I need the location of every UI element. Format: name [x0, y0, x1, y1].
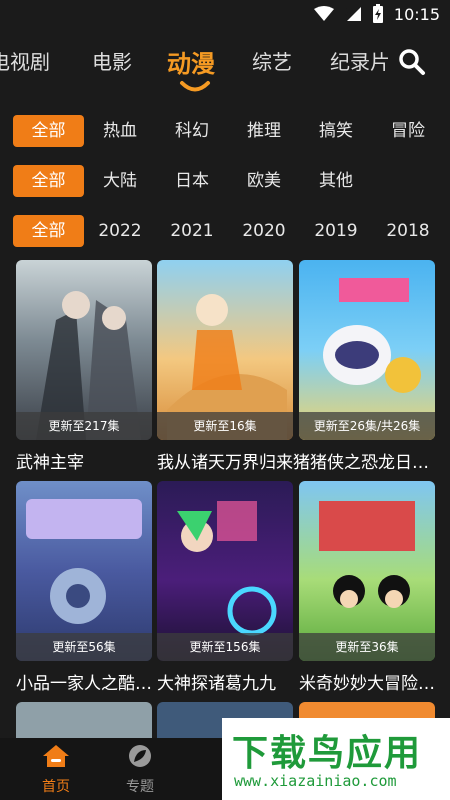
- region-chip[interactable]: 日本: [168, 165, 216, 197]
- card-title: 武神主宰: [16, 453, 84, 473]
- nav-topics[interactable]: 专题: [110, 744, 170, 796]
- genre-chip[interactable]: 科幻: [168, 115, 216, 147]
- poster-image: 更新至56集: [16, 481, 152, 661]
- card-title: 大神探诸葛九九: [157, 674, 276, 694]
- signal-icon: [345, 7, 361, 21]
- watermark: 下载鸟应用 www.xiazainiao.com: [222, 718, 450, 800]
- category-tabs: 电视剧 电影 动漫 综艺 纪录片: [0, 40, 450, 86]
- tab-anime[interactable]: 动漫: [167, 44, 215, 79]
- year-chip[interactable]: 2019: [310, 215, 362, 247]
- genre-chip[interactable]: 冒险: [384, 115, 432, 147]
- year-chip[interactable]: 2018: [382, 215, 434, 247]
- episode-badge: 更新至16集: [157, 412, 293, 440]
- year-chip[interactable]: 2022: [94, 215, 146, 247]
- anime-card[interactable]: 更新至156集 大神探诸葛九九: [157, 481, 293, 694]
- nav-label: 专题: [126, 779, 154, 795]
- active-tab-indicator: [180, 81, 210, 92]
- poster-image: 更新至36集: [299, 481, 435, 661]
- home-icon: [43, 745, 69, 767]
- clock: 10:15: [393, 4, 440, 24]
- year-chip[interactable]: 2020: [238, 215, 290, 247]
- leaf-icon: [129, 745, 151, 767]
- genre-chip[interactable]: 热血: [96, 115, 144, 147]
- region-chip[interactable]: 其他: [312, 165, 360, 197]
- episode-badge: 更新至26集/共26集: [299, 412, 435, 440]
- battery-icon: [372, 4, 383, 23]
- wifi-icon: [313, 6, 334, 21]
- genre-chip[interactable]: 搞笑: [312, 115, 360, 147]
- year-chip-all[interactable]: 全部: [13, 215, 84, 247]
- card-title: 我从诸天万界归来猪猪侠之恐龙日…: [157, 453, 429, 473]
- tab-movie[interactable]: 电影: [92, 46, 132, 75]
- genre-chip[interactable]: 推理: [240, 115, 288, 147]
- region-chip[interactable]: 大陆: [96, 165, 144, 197]
- episode-badge: 更新至156集: [157, 633, 293, 661]
- region-filter: 全部 大陆 日本 欧美 其他: [0, 165, 450, 197]
- status-bar: 10:15: [0, 0, 450, 32]
- episode-badge: 更新至217集: [16, 412, 152, 440]
- anime-card[interactable]: 更新至217集 武神主宰: [16, 260, 152, 473]
- tab-documentary[interactable]: 纪录片: [330, 46, 388, 75]
- episode-badge: 更新至36集: [299, 633, 435, 661]
- episode-badge: 更新至56集: [16, 633, 152, 661]
- region-chip[interactable]: 欧美: [240, 165, 288, 197]
- anime-card[interactable]: 更新至56集 小品一家人之酷…: [16, 481, 152, 694]
- card-title: 小品一家人之酷…: [16, 674, 152, 694]
- genre-filter: 全部 热血 科幻 推理 搞笑 冒险: [0, 115, 450, 147]
- poster-image[interactable]: [16, 702, 152, 742]
- card-title: 米奇妙妙大冒险 …: [299, 674, 439, 694]
- watermark-url: www.xiazainiao.com: [234, 772, 397, 790]
- poster-image: 更新至156集: [157, 481, 293, 661]
- year-chip[interactable]: 2021: [166, 215, 218, 247]
- nav-label: 首页: [42, 779, 70, 795]
- nav-home[interactable]: 首页: [26, 744, 86, 796]
- region-chip-all[interactable]: 全部: [13, 165, 84, 197]
- tab-variety[interactable]: 综艺: [252, 46, 292, 75]
- anime-card[interactable]: 更新至26集/共26集: [299, 260, 435, 448]
- watermark-title: 下载鸟应用: [232, 733, 423, 774]
- tab-tv[interactable]: 电视剧: [0, 46, 50, 75]
- year-filter: 全部 2022 2021 2020 2019 2018: [0, 215, 450, 247]
- poster-image: 更新至26集/共26集: [299, 260, 435, 440]
- anime-card[interactable]: 更新至16集 我从诸天万界归来猪猪侠之恐龙日…: [157, 260, 429, 473]
- poster-image: 更新至16集: [157, 260, 293, 440]
- anime-card[interactable]: 更新至36集 米奇妙妙大冒险 …: [299, 481, 439, 694]
- poster-image: 更新至217集: [16, 260, 152, 440]
- search-icon[interactable]: [398, 48, 426, 76]
- genre-chip-all[interactable]: 全部: [13, 115, 84, 147]
